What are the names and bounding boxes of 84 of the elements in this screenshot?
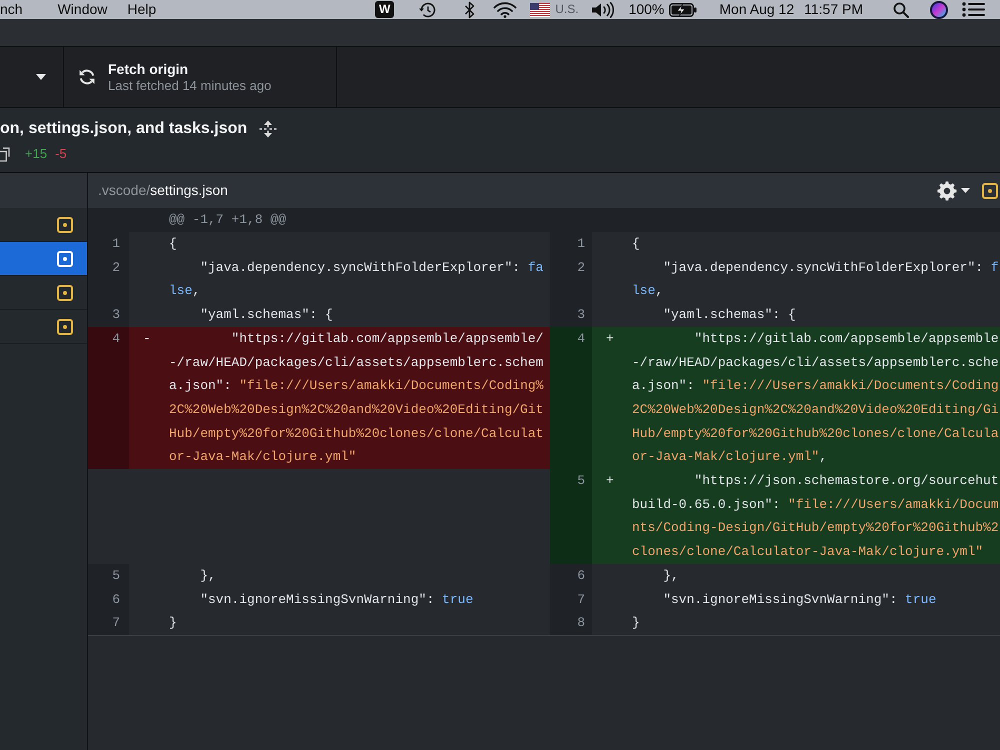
code-line: "https://json.schemastore.org/sourcehut [693,472,999,490]
copy-icon[interactable] [0,146,10,162]
deletions-count: -5 [55,145,67,163]
line-number: 5 [577,473,585,488]
code-line: "https://gitlab.com/appsemble/appsemble [693,330,999,348]
code-line: { [632,235,640,253]
line-number: 3 [577,307,585,322]
battery-percentage: 100% [628,0,664,19]
code-line: 2C%20Web%20Design%2C%20and%20Video%20Editing/Git [169,400,544,419]
fetch-origin-button[interactable]: Fetch origin Last fetched 14 minutes ago [64,47,337,107]
code-line: "svn.ignoreMissingSvnWarning": true [199,590,474,609]
code-line: a.json": "file:///Users/amakki/Documents/Coding [632,377,999,396]
code-line: "https://gitlab.com/appsemble/appsemble/ [230,330,544,348]
menu-item[interactable]: Window [58,0,108,19]
history-icon[interactable] [418,0,438,18]
file-path: .vscode/settings.json [98,181,228,200]
settings-button[interactable] [937,180,970,200]
line-number: 1 [112,236,120,251]
flag-icon[interactable] [530,2,550,16]
code-line: { [169,235,177,253]
code-line: build-0.65.0.json": "file:///Users/amakki/Docum [632,496,999,514]
code-line: -/raw/HEAD/packages/cli/assets/appsemblerc.sche [632,354,999,372]
caret-icon [961,188,970,193]
wifi-icon[interactable] [493,1,518,18]
line-number: 4 [577,330,585,346]
caret-icon [36,74,46,80]
app-icon[interactable]: W [375,1,394,18]
code-line: or-Java-Mak/clojure.yml", [632,448,828,466]
line-number: 4 [112,330,120,346]
search-icon[interactable] [893,2,909,18]
diff-marker: - [143,330,151,346]
menu-item[interactable]: nch [0,0,23,19]
code-line: }, [199,566,216,585]
gear-icon [937,180,957,200]
code-line: clones/clone/Calculator-Java-Mak/clojure.yml" [632,543,984,562]
line-number: 7 [112,615,120,630]
line-number: 6 [577,568,585,583]
modified-icon [982,182,998,198]
modified-icon [57,250,73,266]
code-line: "java.dependency.syncWithFolderExplorer": fa [199,258,544,277]
code-line: lse, [169,282,200,300]
code-line: }, [662,566,679,585]
line-number: 6 [112,592,120,607]
battery-icon[interactable] [669,2,698,16]
diff-marker: + [606,473,614,488]
menu-item[interactable]: Help [127,0,156,19]
line-number: 8 [577,615,585,630]
code-line: "svn.ignoreMissingSvnWarning": true [662,590,936,609]
line-number: 5 [112,568,120,583]
input-source-label[interactable]: U.S. [555,0,579,19]
code-line: "yaml.schemas": { [662,306,796,324]
code-line: "java.dependency.syncWithFolderExplorer": f [662,258,999,277]
modified-icon [57,216,73,232]
line-number: 2 [112,260,120,275]
orb-icon[interactable] [930,0,948,18]
additions-count: +15 [25,145,48,163]
line-number: 3 [112,307,120,322]
code-line: Hub/empty%20for%20Github%20clones/clone/Calcula [632,424,999,443]
bluetooth-icon[interactable] [464,0,476,18]
line-number: 1 [577,236,585,251]
code-line: } [169,614,177,632]
list-icon[interactable] [962,2,985,17]
line-number: 7 [577,592,585,607]
time-text[interactable]: 11:57 PM [804,0,863,19]
code-line: a.json": "file:///Users/amakki/Documents/Coding% [169,377,544,396]
file-list-item[interactable] [0,242,87,276]
code-line: -/raw/HEAD/packages/cli/assets/appsemblerc.schem [169,354,544,372]
modified-icon [57,284,73,300]
diff-marker: + [606,330,614,346]
modified-icon [57,318,73,334]
code-line: or-Java-Mak/clojure.yml" [169,448,356,466]
hunk-header: @@ -1,7 +1,8 @@ [169,212,286,227]
code-line: } [632,614,640,632]
code-line: lse, [632,282,664,300]
line-number: 2 [577,260,585,275]
speaker-icon[interactable] [590,2,616,18]
code-line: Hub/empty%20for%20Github%20clones/clone/Calculat [169,424,544,443]
date-text[interactable]: Mon Aug 12 [719,0,794,19]
code-line: 2C%20Web%20Design%2C%20and%20Video%20Editing/Gi [632,400,999,419]
code-line: "yaml.schemas": { [199,306,333,324]
commit-title: on, settings.json, and tasks.json [0,119,248,139]
code-line: nts/Coding-Design/GitHub/empty%20for%20Github%2 [632,519,999,538]
unfold-icon[interactable] [259,120,278,138]
refresh-icon [78,68,96,86]
